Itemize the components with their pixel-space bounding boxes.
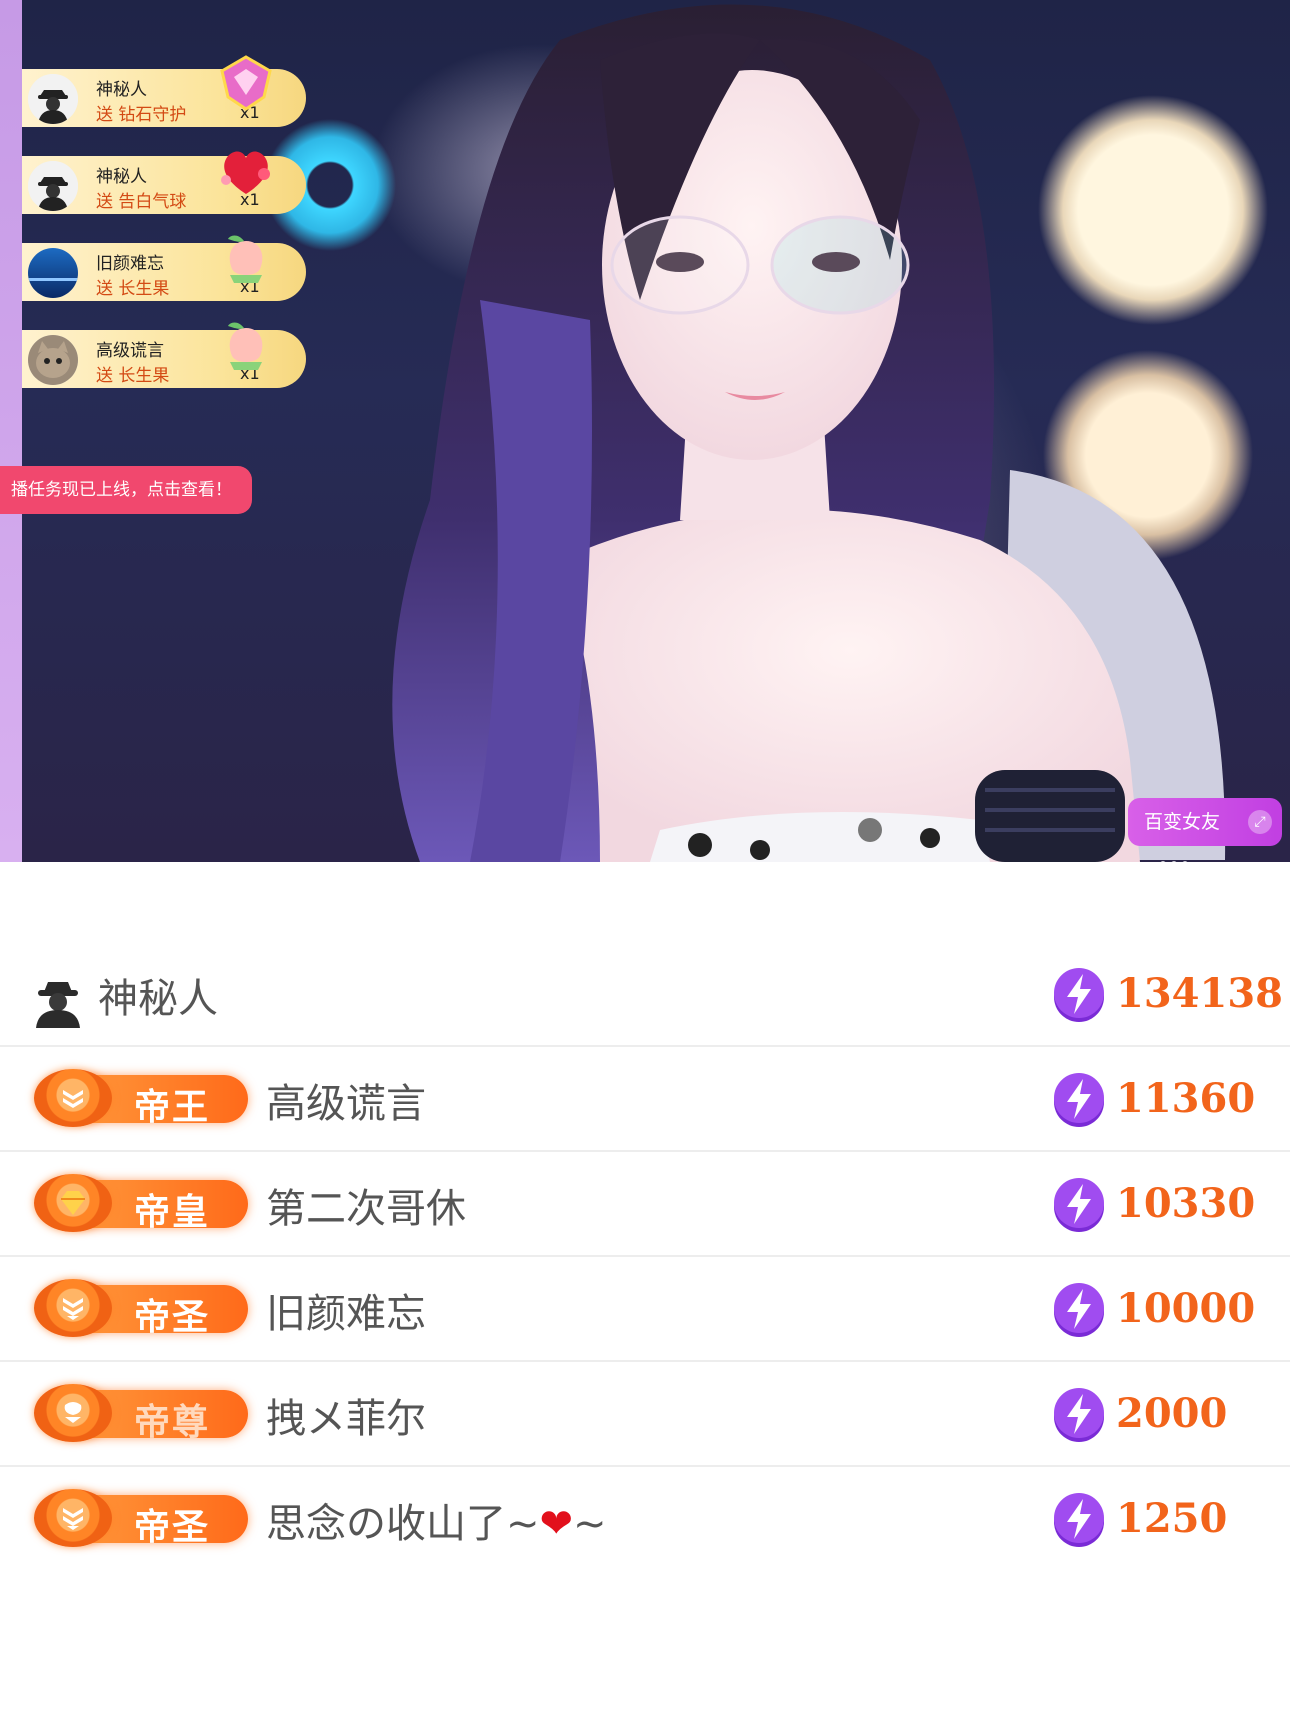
heart-emoji: ❤ bbox=[539, 1501, 574, 1547]
ranking-row[interactable]: 帝皇 第二次哥休 10330 bbox=[0, 1152, 1290, 1257]
rank-badge: 帝圣 bbox=[34, 1489, 248, 1548]
crest-icon bbox=[34, 1489, 112, 1547]
score-value: 1250 bbox=[1116, 1495, 1228, 1542]
cat-avatar bbox=[28, 335, 78, 385]
lightning-coin-icon bbox=[1054, 1073, 1104, 1127]
diamond-shield-icon bbox=[220, 55, 272, 111]
gift-sender-name: 旧颜难忘 bbox=[96, 254, 164, 274]
heart-balloon-icon bbox=[221, 151, 270, 194]
ranking-user-name: 思念の收山了~❤~ bbox=[266, 1501, 607, 1547]
score-value: 134138 bbox=[1116, 970, 1283, 1017]
ranking-row[interactable]: 帝王 高级谎言 11360 bbox=[0, 1047, 1290, 1152]
crest-icon bbox=[34, 1069, 112, 1127]
lightning-coin-icon bbox=[1054, 1388, 1104, 1442]
mystery-avatar bbox=[28, 161, 78, 211]
task-banner[interactable]: 播任务现已上线，点击查看！ bbox=[0, 466, 252, 514]
ranking-user-name: 第二次哥休 bbox=[266, 1186, 466, 1232]
more-dots-icon[interactable] bbox=[1160, 852, 1193, 862]
gift-text: 送 钻石守护 bbox=[96, 105, 187, 125]
gift-sender-name: 高级谎言 bbox=[96, 341, 164, 361]
streamer-video-frame bbox=[392, 4, 1226, 862]
lightning-coin-icon bbox=[1054, 1178, 1104, 1232]
crest-icon bbox=[34, 1279, 112, 1337]
ranking-row[interactable]: 帝尊 拽メ菲尔 2000 bbox=[0, 1362, 1290, 1467]
score-value: 10330 bbox=[1116, 1180, 1256, 1227]
ranking-row[interactable]: 帝圣 旧颜难忘 10000 bbox=[0, 1257, 1290, 1362]
gift-feed-item[interactable]: 神秘人 送 告白气球 x1 bbox=[22, 151, 306, 214]
mystery-user-icon bbox=[36, 982, 80, 1028]
rank-badge: 帝皇 bbox=[34, 1174, 248, 1233]
tag-button[interactable]: 百变女友 ⤢ bbox=[1128, 798, 1282, 846]
rank-badge-label: 帝圣 bbox=[134, 1507, 211, 1548]
diamond-crest-icon bbox=[34, 1174, 112, 1232]
live-video[interactable]: 神秘人 送 钻石守护 x1 神秘人 送 告白气球 x1 旧颜难忘 送 长生果 x… bbox=[0, 0, 1290, 862]
peach-icon bbox=[228, 322, 263, 370]
score-value: 11360 bbox=[1116, 1075, 1256, 1122]
gift-feed-item[interactable]: 神秘人 送 钻石守护 x1 bbox=[22, 55, 306, 127]
ranking-user-name: 拽メ菲尔 bbox=[266, 1396, 426, 1442]
gift-sender-name: 神秘人 bbox=[96, 80, 147, 100]
score-value: 10000 bbox=[1116, 1285, 1256, 1332]
rank-badge: 帝尊 bbox=[34, 1384, 248, 1443]
ranking-row[interactable]: 帝圣 思念の收山了~❤~ 1250 bbox=[0, 1467, 1290, 1572]
lightning-coin-icon bbox=[1054, 1283, 1104, 1337]
rank-badge-label: 帝尊 bbox=[134, 1402, 211, 1443]
rank-badge-label: 帝皇 bbox=[134, 1192, 211, 1233]
rank-badge: 帝王 bbox=[34, 1069, 248, 1128]
gift-feed-item[interactable]: 旧颜难忘 送 长生果 x1 bbox=[22, 235, 306, 301]
score-value: 2000 bbox=[1116, 1390, 1228, 1437]
peach-icon bbox=[228, 235, 263, 283]
gift-sender-name: 神秘人 bbox=[96, 167, 147, 187]
ranking-user-name: 旧颜难忘 bbox=[266, 1291, 426, 1337]
lightning-coin-icon bbox=[1054, 1493, 1104, 1547]
rank-badge-label: 帝圣 bbox=[134, 1297, 211, 1338]
ranking-user-name: 高级谎言 bbox=[266, 1081, 426, 1127]
ranking-row[interactable]: 神秘人 134138 bbox=[0, 942, 1290, 1047]
rank-badge-label: 帝王 bbox=[134, 1087, 211, 1128]
mystery-avatar bbox=[28, 74, 78, 124]
ranking-user-name: 神秘人 bbox=[98, 976, 218, 1022]
gift-feed-item[interactable]: 高级谎言 送 长生果 x1 bbox=[22, 322, 306, 388]
tag-button-label: 百变女友 bbox=[1144, 811, 1221, 833]
lightning-coin-icon bbox=[1054, 968, 1104, 1022]
expand-icon[interactable]: ⤢ bbox=[1248, 810, 1272, 834]
gift-text: 送 告白气球 bbox=[96, 192, 187, 212]
gift-text: 送 长生果 bbox=[96, 366, 170, 386]
gift-text: 送 长生果 bbox=[96, 279, 170, 299]
rank-badge: 帝圣 bbox=[34, 1279, 248, 1338]
contribution-ranking-list: 神秘人 134138 帝王 高级谎言 11360 帝皇 第二次哥休 10330 bbox=[0, 942, 1290, 1572]
crest-icon bbox=[34, 1384, 112, 1442]
earth-avatar bbox=[28, 248, 78, 298]
